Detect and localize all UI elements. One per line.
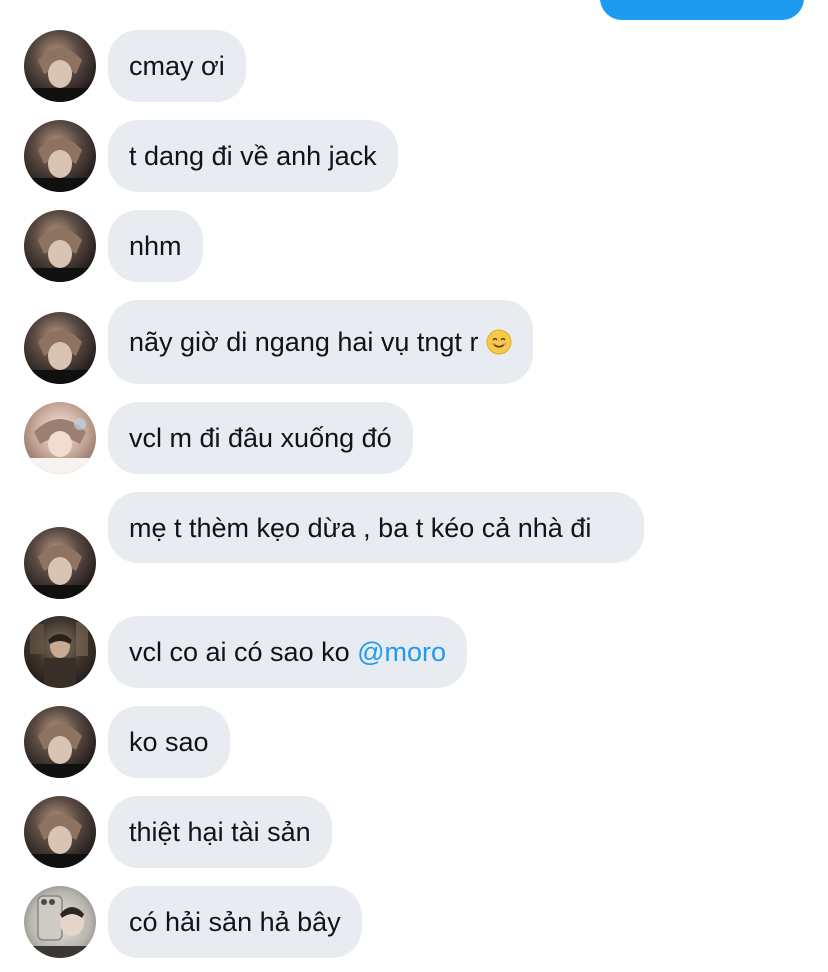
sent-message-bubble[interactable] [600, 0, 804, 20]
message-text: nãy giờ di ngang hai vụ tngt r [129, 327, 479, 357]
message-text: cmay ơi [129, 51, 225, 81]
message-bubble[interactable]: có hải sản hả bây [108, 886, 362, 958]
message-text: vcl co ai có sao ko [129, 637, 358, 667]
message-bubble[interactable]: cmay ơi [108, 30, 246, 102]
message-bubble[interactable]: nhm [108, 210, 203, 282]
avatar[interactable] [24, 402, 96, 474]
avatar[interactable] [24, 616, 96, 688]
message-text: nhm [129, 231, 182, 261]
message-text: vcl m đi đâu xuống đó [129, 423, 392, 453]
message-bubble[interactable]: nãy giờ di ngang hai vụ tngt r [108, 300, 534, 384]
message-text: có hải sản hả bây [129, 907, 341, 937]
message-bubble[interactable]: vcl co ai có sao ko @moro [108, 616, 468, 688]
avatar[interactable] [24, 312, 96, 384]
message-text: t dang đi về anh jack [129, 141, 377, 171]
avatar[interactable] [24, 120, 96, 192]
message-bubble[interactable]: mẹ t thèm kẹo dừa , ba t kéo cả nhà đi [108, 492, 644, 563]
message-bubble[interactable]: ko sao [108, 706, 230, 778]
avatar[interactable] [24, 796, 96, 868]
message-text: mẹ t thèm kẹo dừa , ba t kéo cả nhà đi [129, 513, 592, 543]
avatar[interactable] [24, 210, 96, 282]
avatar[interactable] [24, 886, 96, 958]
message-bubble[interactable]: t dang đi về anh jack [108, 120, 398, 192]
smiling-face-emoji-icon [486, 329, 512, 355]
message-text: thiệt hại tài sản [129, 817, 311, 847]
message-bubble[interactable]: vcl m đi đâu xuống đó [108, 402, 413, 474]
avatar[interactable] [24, 527, 96, 599]
message-bubble[interactable]: thiệt hại tài sản [108, 796, 332, 868]
avatar[interactable] [24, 706, 96, 778]
avatar[interactable] [24, 30, 96, 102]
message-text: ko sao [129, 727, 209, 757]
user-mention-link[interactable]: @moro [357, 635, 446, 669]
